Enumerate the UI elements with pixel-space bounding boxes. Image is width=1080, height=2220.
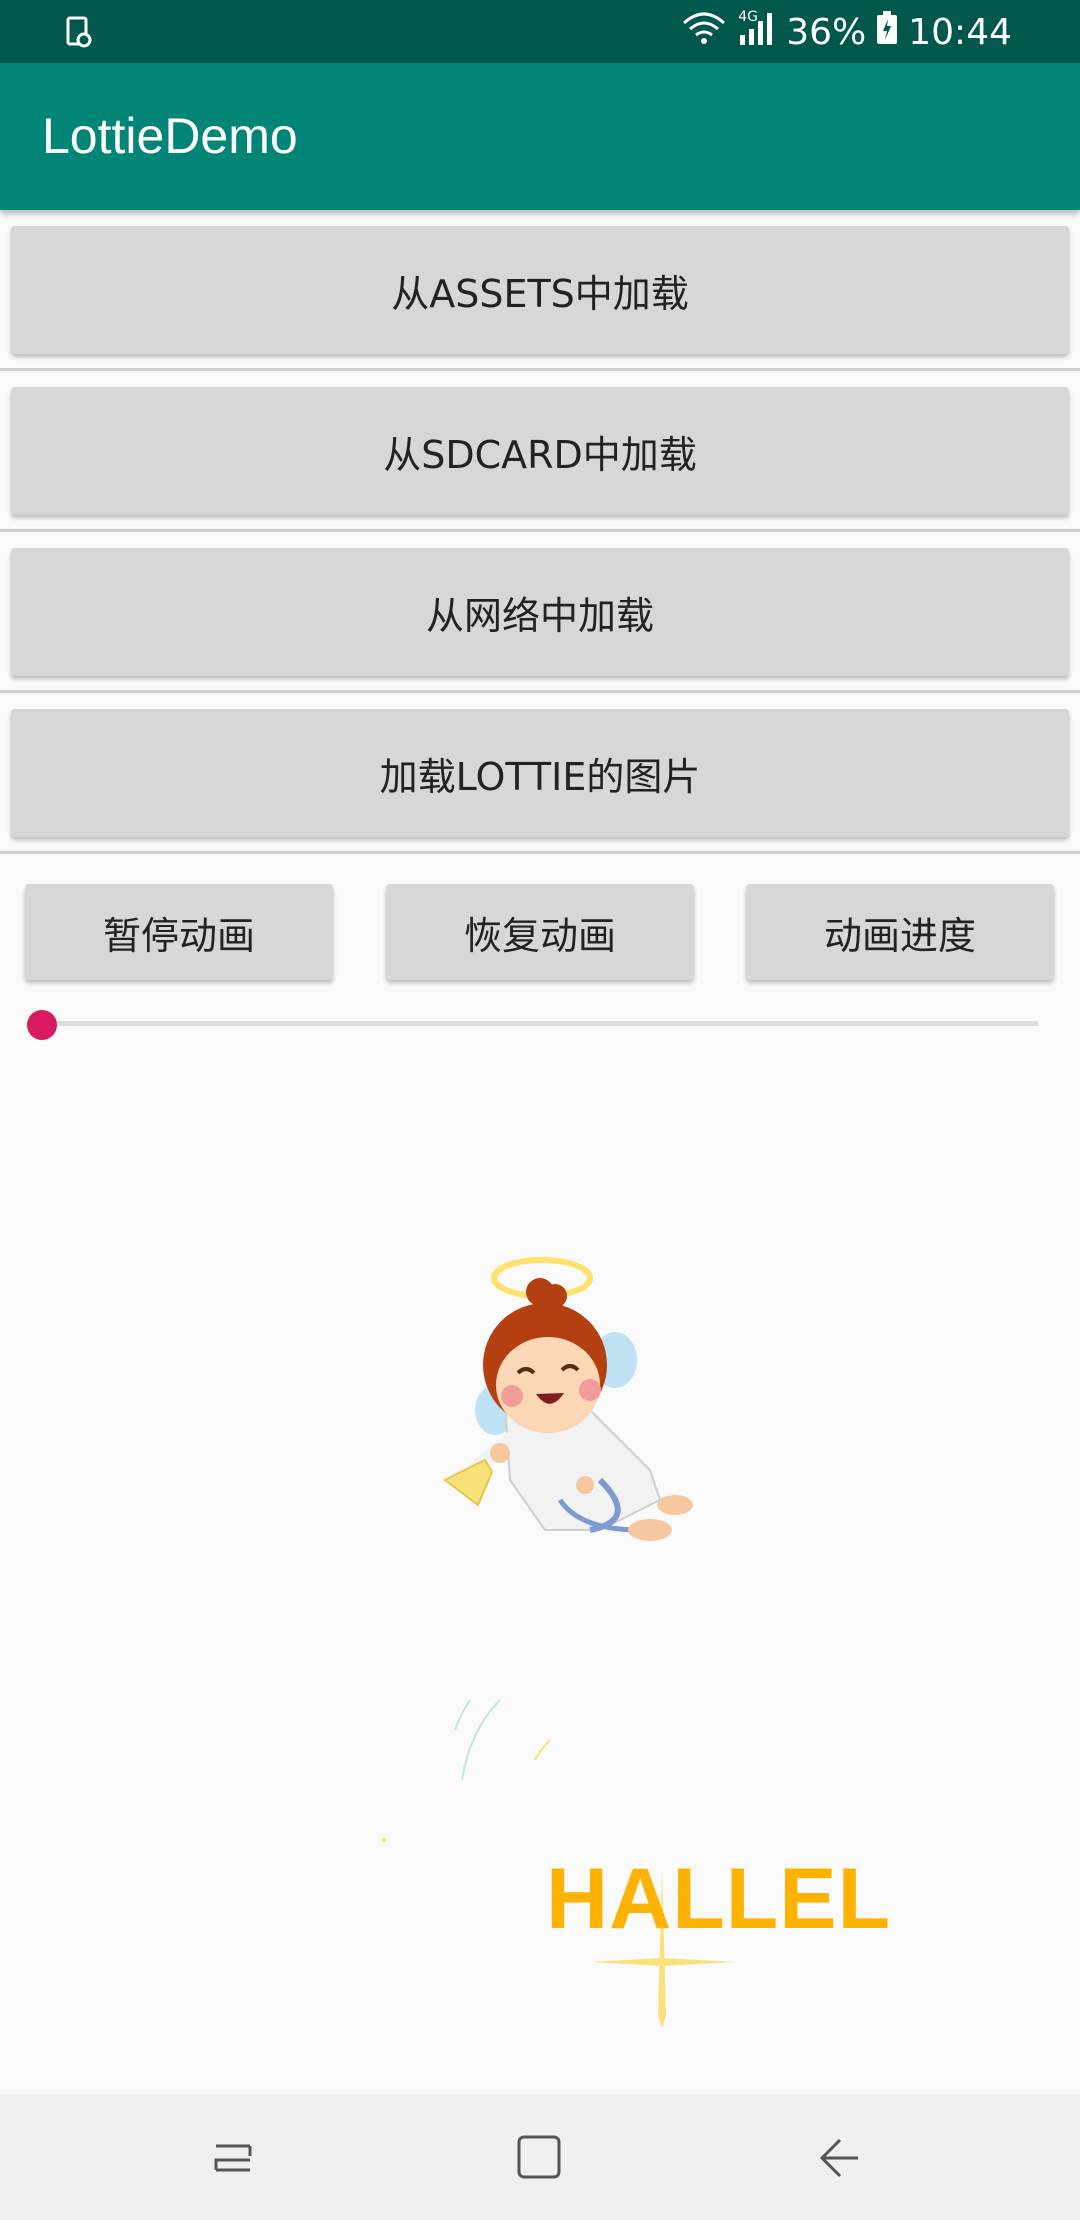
pause-animation-button[interactable]: 暂停动画: [25, 884, 333, 980]
app-bar: LottieDemo: [0, 63, 1080, 210]
back-icon[interactable]: [816, 2134, 864, 2186]
app-title: LottieDemo: [42, 108, 298, 164]
divider: [0, 690, 1080, 693]
load-lottie-images-button[interactable]: 加载LOTTIE的图片: [11, 709, 1069, 837]
battery-icon: [876, 10, 898, 54]
load-from-sdcard-button[interactable]: 从SDCARD中加载: [11, 387, 1069, 515]
angel-illustration: [382, 1257, 734, 2028]
wifi-icon: [682, 11, 726, 54]
seekbar-thumb[interactable]: [27, 1010, 57, 1040]
hallel-text: HALLEL: [546, 1851, 892, 1947]
battery-percent: 36%: [786, 11, 867, 53]
screenshot-icon: [66, 16, 92, 48]
home-icon[interactable]: [514, 2132, 566, 2188]
load-from-network-button[interactable]: 从网络中加载: [11, 548, 1069, 676]
divider: [0, 851, 1080, 854]
network-type-label: 4G: [738, 8, 758, 25]
divider: [0, 529, 1080, 532]
signal-icon: 4G: [736, 8, 776, 54]
lottie-animation-view: HALLEL: [0, 1060, 1080, 2094]
divider: [0, 368, 1080, 371]
clock: 10:44: [908, 11, 1012, 53]
load-from-assets-button[interactable]: 从ASSETS中加载: [11, 226, 1069, 354]
animation-progress-button[interactable]: 动画进度: [746, 884, 1054, 980]
status-bar: 4G 36% 10:44: [0, 0, 1080, 63]
resume-animation-button[interactable]: 恢复动画: [386, 884, 694, 980]
seekbar-track[interactable]: [42, 1021, 1038, 1026]
recents-icon[interactable]: [210, 2134, 258, 2186]
navigation-bar: [0, 2094, 1080, 2220]
